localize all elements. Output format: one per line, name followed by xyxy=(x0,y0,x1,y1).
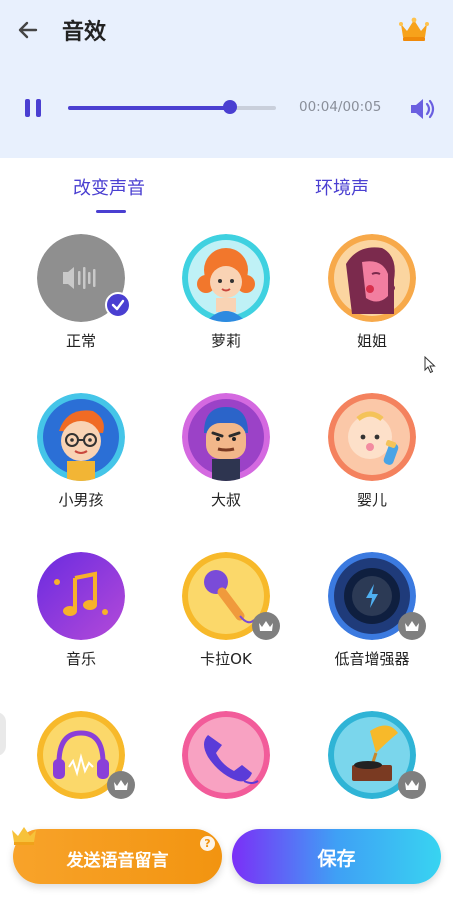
boy-icon xyxy=(37,393,125,481)
effect-label: 婴儿 xyxy=(356,491,387,509)
effect-little-boy[interactable]: 小男孩 xyxy=(21,391,141,541)
crown-icon xyxy=(12,827,36,845)
effect-bass-booster[interactable]: 低音增强器 xyxy=(312,550,432,700)
effect-label: 音乐 xyxy=(65,650,96,668)
playback-time: 00:04/00:05 xyxy=(299,99,382,115)
selected-check-icon xyxy=(105,292,131,318)
effect-headphones[interactable] xyxy=(21,709,141,810)
effect-music[interactable]: 音乐 xyxy=(21,550,141,700)
send-voice-message-button[interactable]: 发送语音留言 xyxy=(13,829,222,884)
effect-normal[interactable]: 正常 xyxy=(21,232,141,382)
back-arrow-icon[interactable] xyxy=(14,16,42,44)
save-button-label: 保存 xyxy=(317,848,356,870)
tab-change-voice[interactable]: 改变声音 xyxy=(73,174,145,200)
effect-label: 正常 xyxy=(65,332,96,350)
premium-crown-icon xyxy=(398,771,426,799)
effect-label: 小男孩 xyxy=(58,491,104,509)
effect-label: 低音增强器 xyxy=(334,650,410,668)
active-tab-indicator xyxy=(96,210,126,213)
effect-loli[interactable]: 萝莉 xyxy=(166,232,286,382)
effect-telephone[interactable] xyxy=(166,709,286,810)
effect-label: 萝莉 xyxy=(210,332,241,350)
crown-icon[interactable] xyxy=(398,16,430,42)
page-title: 音效 xyxy=(62,20,107,45)
baby-icon xyxy=(328,393,416,481)
premium-crown-icon xyxy=(107,771,135,799)
side-drawer-handle[interactable] xyxy=(0,712,6,756)
music-note-icon xyxy=(37,552,125,640)
progress-thumb[interactable] xyxy=(223,100,238,114)
effect-label: 卡拉OK xyxy=(200,650,252,668)
pause-icon[interactable] xyxy=(22,96,44,120)
save-button[interactable]: 保存 xyxy=(232,829,441,884)
woman-icon xyxy=(328,234,416,322)
effect-label: 大叔 xyxy=(210,491,241,509)
effect-gramophone[interactable] xyxy=(312,709,432,810)
progress-track[interactable] xyxy=(68,100,276,114)
volume-icon[interactable] xyxy=(408,96,436,122)
tab-ambient-sound[interactable]: 环境声 xyxy=(315,174,369,200)
girl-icon xyxy=(182,234,270,322)
phone-icon xyxy=(182,711,270,799)
progress-fill xyxy=(68,106,231,110)
send-button-label: 发送语音留言 xyxy=(66,851,169,871)
premium-crown-icon xyxy=(398,612,426,640)
premium-crown-icon xyxy=(252,612,280,640)
effect-label: 姐姐 xyxy=(356,332,387,350)
effect-sister[interactable]: 姐姐 xyxy=(312,232,432,382)
man-icon xyxy=(182,393,270,481)
effect-uncle[interactable]: 大叔 xyxy=(166,391,286,541)
effect-karaoke[interactable]: 卡拉OK xyxy=(166,550,286,700)
help-icon[interactable]: ? xyxy=(200,836,215,851)
effect-baby[interactable]: 婴儿 xyxy=(312,391,432,541)
mouse-pointer-icon xyxy=(424,356,436,374)
player-header: 音效 00:04/00:05 xyxy=(0,0,453,158)
effects-grid: 正常 萝莉 姐姐 小男孩 大叔 婴儿 音乐 卡拉OK 低音增强器 xyxy=(0,232,453,810)
